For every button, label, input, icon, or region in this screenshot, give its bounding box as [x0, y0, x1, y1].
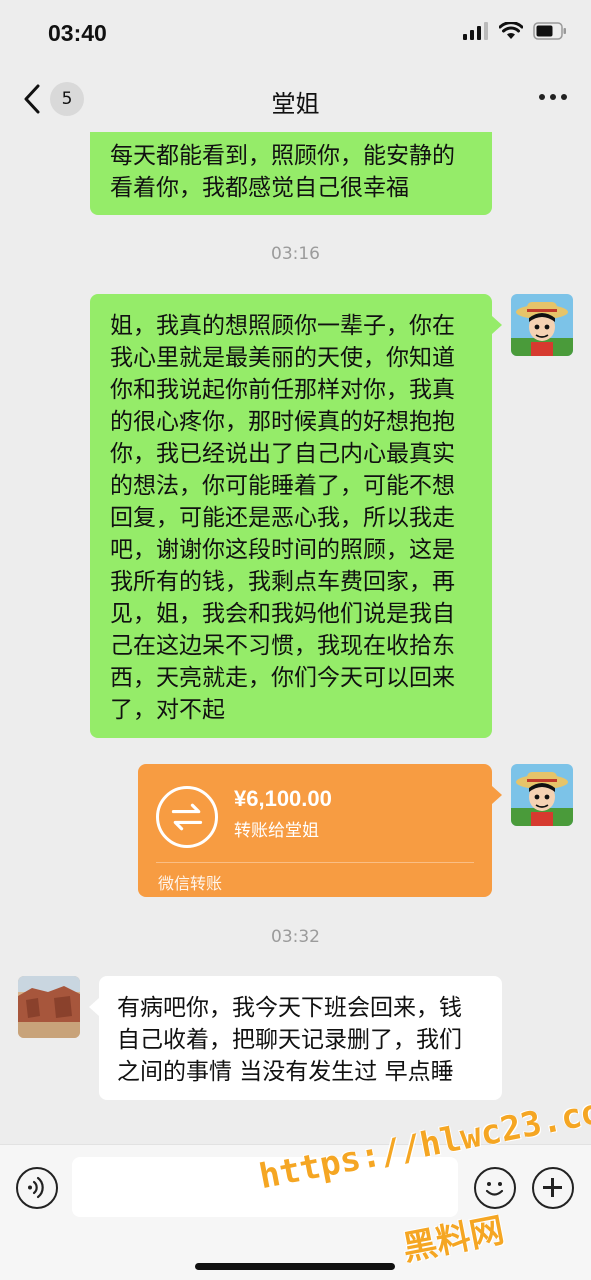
- transfer-amount: ¥6,100.00: [234, 786, 332, 811]
- message-text-line: 了，对不起: [110, 697, 225, 723]
- message-bubble[interactable]: 每天都能看到，照顾你，能安静的 看着你，我都感觉自己很幸福: [90, 132, 492, 215]
- battery-icon: [533, 22, 566, 40]
- message-text-line: 见，姐，我会和我妈他们说是我自: [110, 601, 455, 627]
- message-text-line: 的想法，你可能睡着了，可能不想: [110, 473, 455, 499]
- message-text-line: 之间的事情 当没有发生过 早点睡: [117, 1059, 454, 1085]
- status-bar: 03:40: [0, 0, 591, 66]
- chat-area[interactable]: 每天都能看到，照顾你，能安静的 看着你，我都感觉自己很幸福 03:16 姐，我真…: [0, 132, 591, 1144]
- plus-icon[interactable]: [532, 1167, 574, 1209]
- status-icons: [463, 22, 567, 40]
- message-text-line: 吧，谢谢你这段时间的照顾，这是: [110, 537, 455, 563]
- message-text-line: 你和我说起你前任那样对你，我真: [110, 377, 455, 403]
- voice-icon[interactable]: [16, 1167, 58, 1209]
- home-indicator: [195, 1263, 395, 1270]
- message-text-line: 姐，我真的想照顾你一辈子，你在: [110, 313, 455, 339]
- signal-icon: [463, 22, 488, 40]
- nav-bar: 5 堂姐: [0, 66, 591, 132]
- transfer-card[interactable]: ¥6,100.00 转账给堂姐 微信转账: [138, 764, 502, 897]
- message-bubble[interactable]: 有病吧你，我今天下班会回来，钱 自己收着，把聊天记录删了，我们 之间的事情 当没…: [89, 976, 502, 1100]
- message-text-line: 看着你，我都感觉自己很幸福: [110, 175, 409, 201]
- self-avatar[interactable]: [511, 294, 573, 356]
- transfer-footer: 微信转账: [158, 874, 223, 893]
- message-text-line: 你，我已经说出了自己内心最真实: [110, 441, 455, 467]
- message-text-line: 每天都能看到，照顾你，能安静的: [110, 143, 455, 169]
- message-text-line: 的很心疼你，那时候真的好想抱抱: [110, 409, 455, 435]
- message-text-line: 西，天亮就走，你们今天可以回来: [110, 665, 455, 691]
- message-bubble[interactable]: 姐，我真的想照顾你一辈子，你在 我心里就是最美丽的天使，你知道 你和我说起你前任…: [90, 294, 502, 738]
- chat-title: 堂姐: [271, 90, 320, 118]
- self-avatar[interactable]: [511, 764, 573, 826]
- message-text-line: 有病吧你，我今天下班会回来，钱: [117, 995, 462, 1021]
- message-text-line: 自己收着，把聊天记录删了，我们: [117, 1027, 462, 1053]
- transfer-description: 转账给堂姐: [234, 821, 319, 841]
- message-text-line: 回复，可能还是恶心我，所以我走: [110, 505, 455, 531]
- status-time: 03:40: [48, 20, 107, 46]
- more-icon[interactable]: [539, 94, 567, 100]
- timestamp: 03:16: [271, 244, 320, 264]
- timestamp: 03:32: [271, 927, 320, 947]
- contact-avatar[interactable]: [18, 976, 80, 1038]
- transfer-icon: [156, 786, 218, 848]
- message-text-line: 我所有的钱，我剩点车费回家，再: [110, 569, 455, 595]
- wifi-icon: [499, 22, 523, 39]
- message-text-line: 我心里就是最美丽的天使，你知道: [110, 345, 455, 371]
- divider: [156, 862, 474, 863]
- message-text-line: 己在这边呆不习惯，我现在收拾东: [110, 633, 455, 659]
